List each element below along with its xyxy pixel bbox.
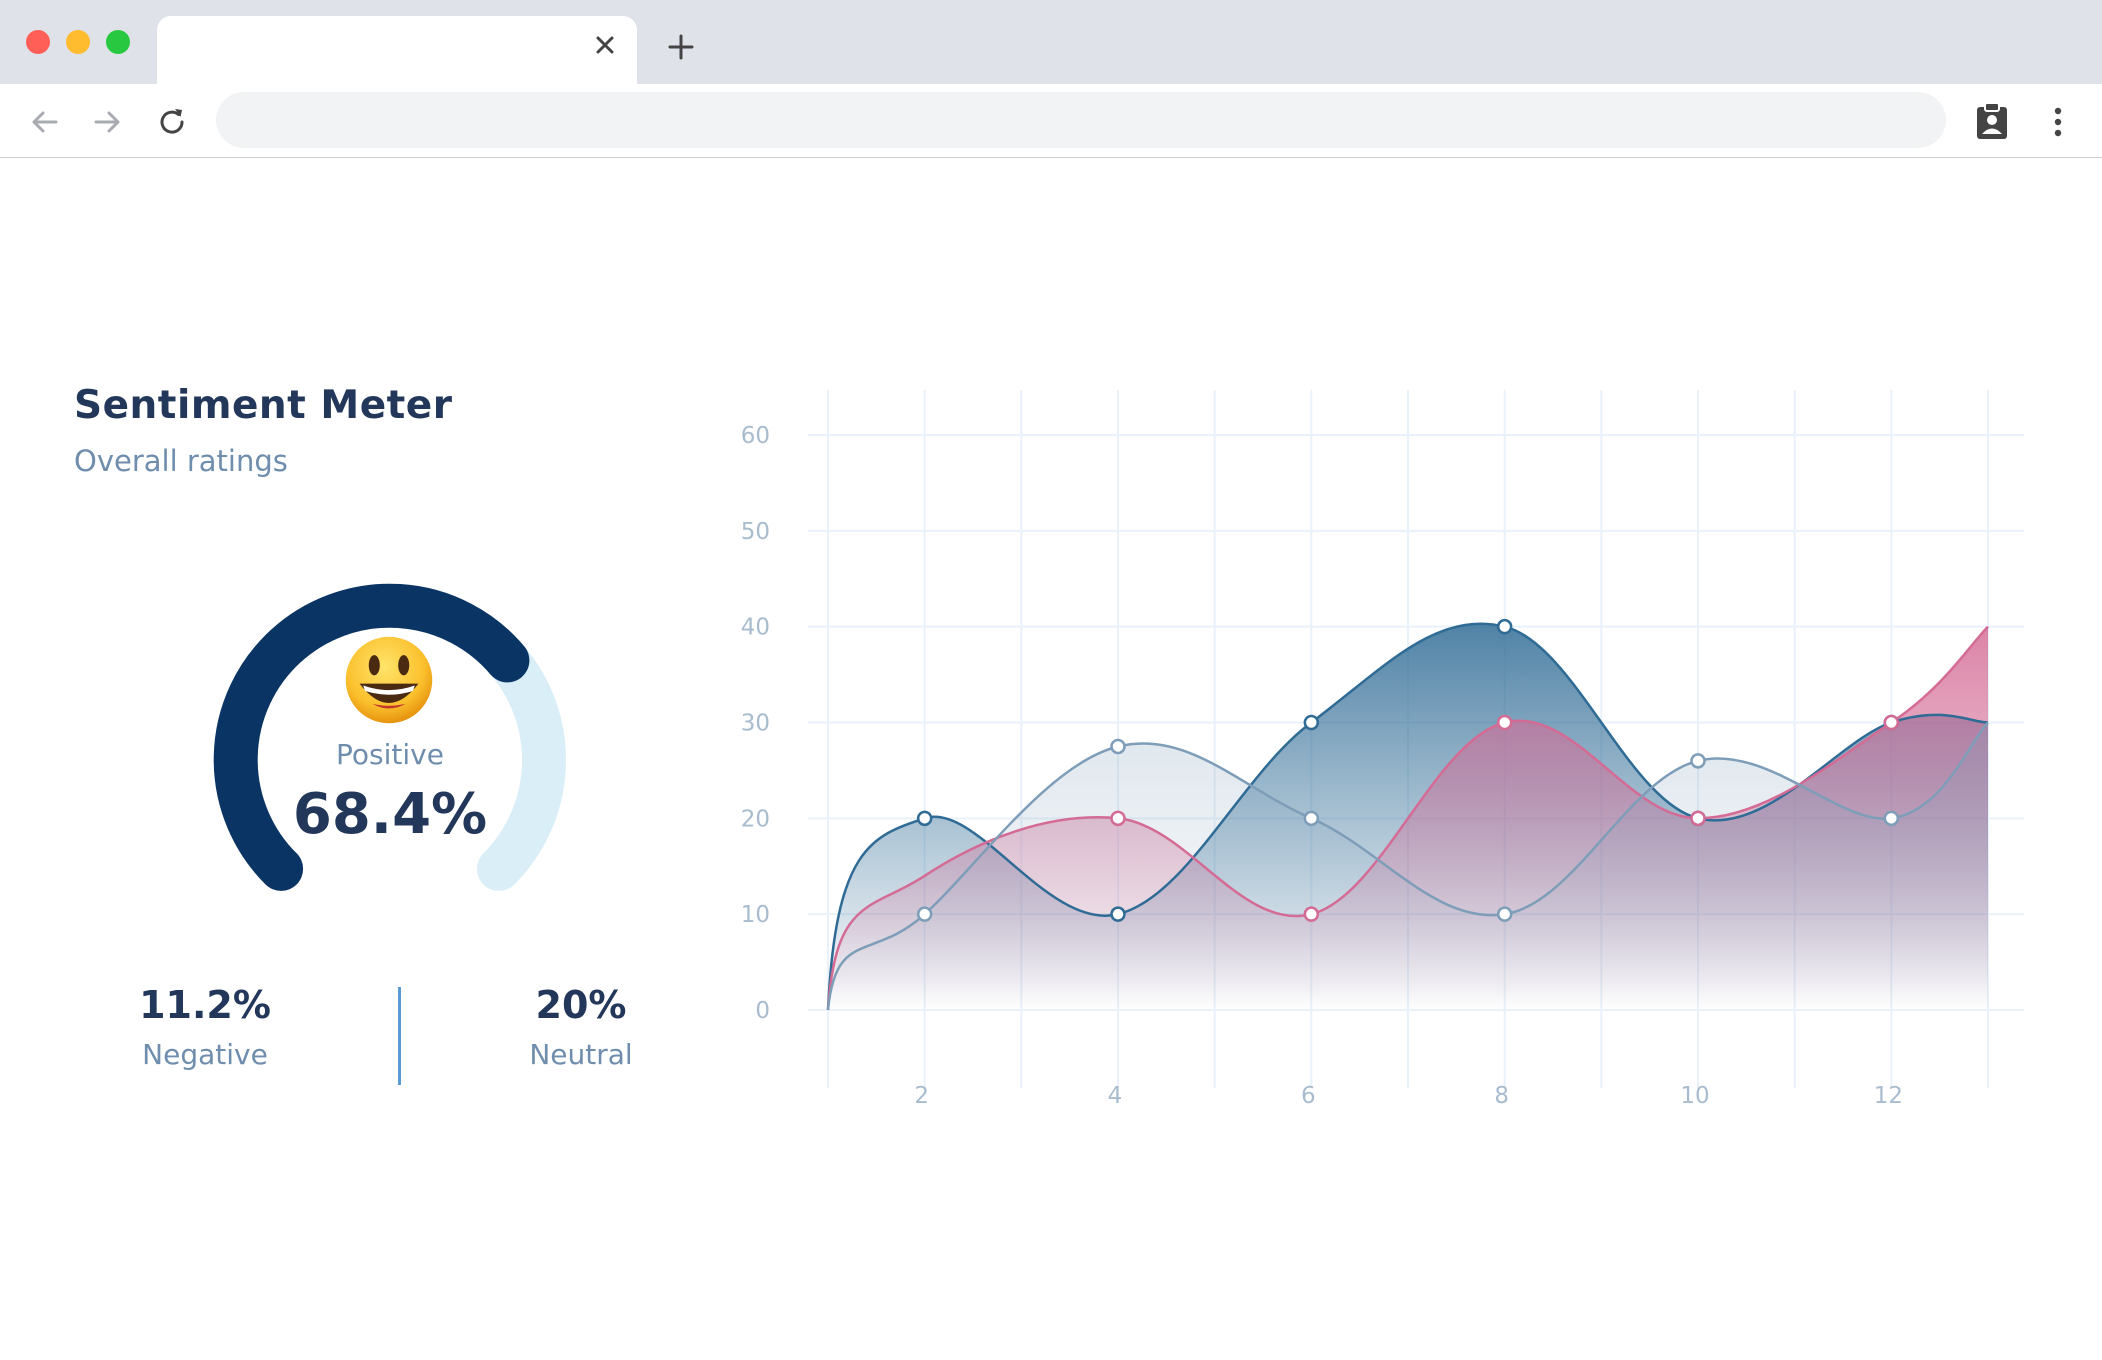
data-point-marker[interactable] <box>1303 714 1320 731</box>
clipboard-user-icon[interactable] <box>1974 101 2010 141</box>
data-point-marker[interactable] <box>1110 906 1126 922</box>
negative-percentage: 11.2% <box>139 983 271 1027</box>
x-tick-label: 2 <box>914 1083 929 1109</box>
card-subtitle: Overall ratings <box>74 444 288 478</box>
y-tick-label: 30 <box>741 711 770 737</box>
browser-toolbar <box>0 84 2102 158</box>
data-point-marker[interactable] <box>1883 714 1900 731</box>
smiley-face-icon <box>345 636 433 724</box>
y-axis: 0 10 20 30 40 50 60 <box>741 423 770 1024</box>
new-tab-plus-icon[interactable] <box>664 30 698 64</box>
neutral-percentage: 20% <box>535 983 627 1027</box>
y-tick-label: 20 <box>741 806 770 832</box>
ratings-area-chart: 0 10 20 30 40 50 60 2 4 6 8 10 12 <box>741 390 2024 1109</box>
y-tick-label: 50 <box>741 519 770 545</box>
positive-percentage: 68.4% <box>292 782 488 847</box>
data-point-marker[interactable] <box>1496 714 1513 731</box>
data-point-marker[interactable] <box>1690 753 1706 769</box>
data-point-marker[interactable] <box>1110 738 1126 755</box>
y-tick-label: 0 <box>755 998 770 1024</box>
back-arrow-icon[interactable] <box>26 104 62 140</box>
tab-strip <box>0 0 2102 84</box>
data-point-marker[interactable] <box>1110 810 1126 827</box>
close-tab-icon[interactable] <box>590 30 620 60</box>
close-window-button[interactable] <box>26 30 50 54</box>
data-point-marker[interactable] <box>916 906 933 922</box>
stat-divider <box>398 987 401 1085</box>
positive-label: Positive <box>336 738 444 771</box>
negative-label: Negative <box>142 1038 268 1071</box>
data-point-marker[interactable] <box>1303 906 1320 922</box>
y-tick-label: 60 <box>741 423 770 449</box>
data-point-marker[interactable] <box>1496 906 1513 922</box>
data-point-marker[interactable] <box>1496 618 1513 635</box>
address-bar[interactable] <box>216 92 1946 148</box>
y-tick-label: 10 <box>741 902 770 928</box>
x-tick-label: 12 <box>1874 1083 1903 1109</box>
maximize-window-button[interactable] <box>106 30 130 54</box>
data-point-marker[interactable] <box>916 810 933 827</box>
data-point-marker[interactable] <box>1690 810 1706 827</box>
x-tick-label: 8 <box>1494 1083 1509 1109</box>
neutral-label: Neutral <box>529 1038 633 1071</box>
reload-icon[interactable] <box>154 104 190 140</box>
x-tick-label: 10 <box>1680 1083 1709 1109</box>
more-menu-icon[interactable] <box>2040 102 2076 142</box>
card-title: Sentiment Meter <box>74 383 453 428</box>
data-point-marker[interactable] <box>1303 810 1320 827</box>
browser-tab[interactable] <box>157 16 637 84</box>
x-tick-label: 6 <box>1301 1083 1316 1109</box>
forward-arrow-icon[interactable] <box>90 104 126 140</box>
y-tick-label: 40 <box>741 615 770 641</box>
minimize-window-button[interactable] <box>66 30 90 54</box>
data-point-marker[interactable] <box>1883 810 1900 827</box>
x-tick-label: 4 <box>1108 1083 1123 1109</box>
